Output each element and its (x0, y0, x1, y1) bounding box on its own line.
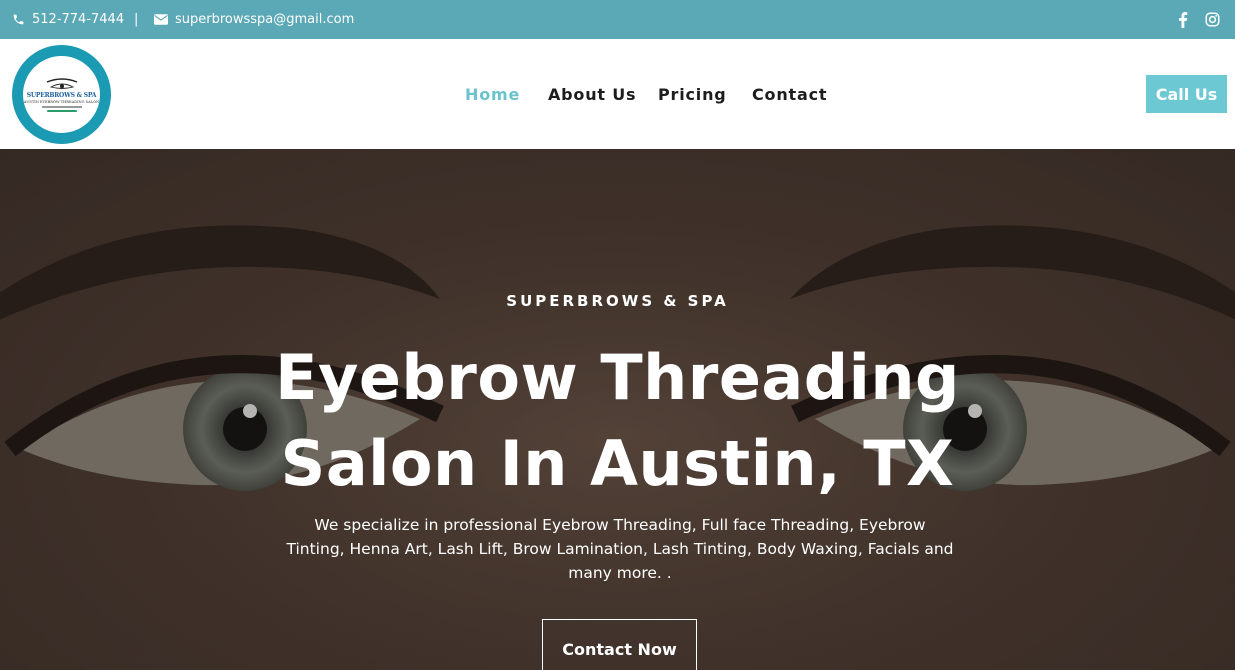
phone-icon (11, 13, 25, 27)
hero-kicker: SUPERBROWS & SPA (506, 292, 729, 310)
logo-rule (41, 105, 82, 108)
facebook-icon[interactable] (1178, 0, 1188, 39)
nav-pricing[interactable]: Pricing (658, 39, 727, 149)
logo-subtitle: AUSTIN EYEBROW THREADING SALON (23, 99, 100, 104)
hero-headline-line1: Eyebrow Threading (275, 341, 960, 414)
nav-contact[interactable]: Contact (752, 39, 827, 149)
site-logo[interactable]: SUPERBROWS & SPA AUSTIN EYEBROW THREADIN… (12, 45, 111, 144)
top-contact-bar: 512-774-7444 | superbrowsspa@gmail.com (0, 0, 1235, 39)
topbar-separator: | (134, 12, 139, 27)
eye-logo-icon (46, 77, 77, 89)
hero-headline-line2: Salon In Austin, TX (280, 427, 955, 500)
hero-description: We specialize in professional Eyebrow Th… (286, 516, 954, 582)
site-header: SUPERBROWS & SPA AUSTIN EYEBROW THREADIN… (0, 39, 1235, 149)
logo-title: SUPERBROWS & SPA (26, 91, 97, 99)
hero-section: SUPERBROWS & SPA Eyebrow Threading Salon… (0, 149, 1235, 670)
nav-home[interactable]: Home (465, 39, 520, 149)
hero-headline: Eyebrow Threading Salon In Austin, TX (0, 335, 1235, 507)
envelope-icon (154, 13, 168, 27)
call-us-button[interactable]: Call Us (1146, 75, 1227, 113)
instagram-icon[interactable] (1205, 0, 1220, 39)
contact-now-button[interactable]: Contact Now (542, 619, 697, 670)
email-link[interactable]: superbrowsspa@gmail.com (154, 0, 354, 39)
email-address: superbrowsspa@gmail.com (175, 12, 355, 27)
phone-number: 512-774-7444 (32, 12, 125, 27)
nav-about-us[interactable]: About Us (548, 39, 636, 149)
logo-swoosh (46, 109, 77, 112)
phone-link[interactable]: 512-774-7444 (11, 0, 124, 39)
